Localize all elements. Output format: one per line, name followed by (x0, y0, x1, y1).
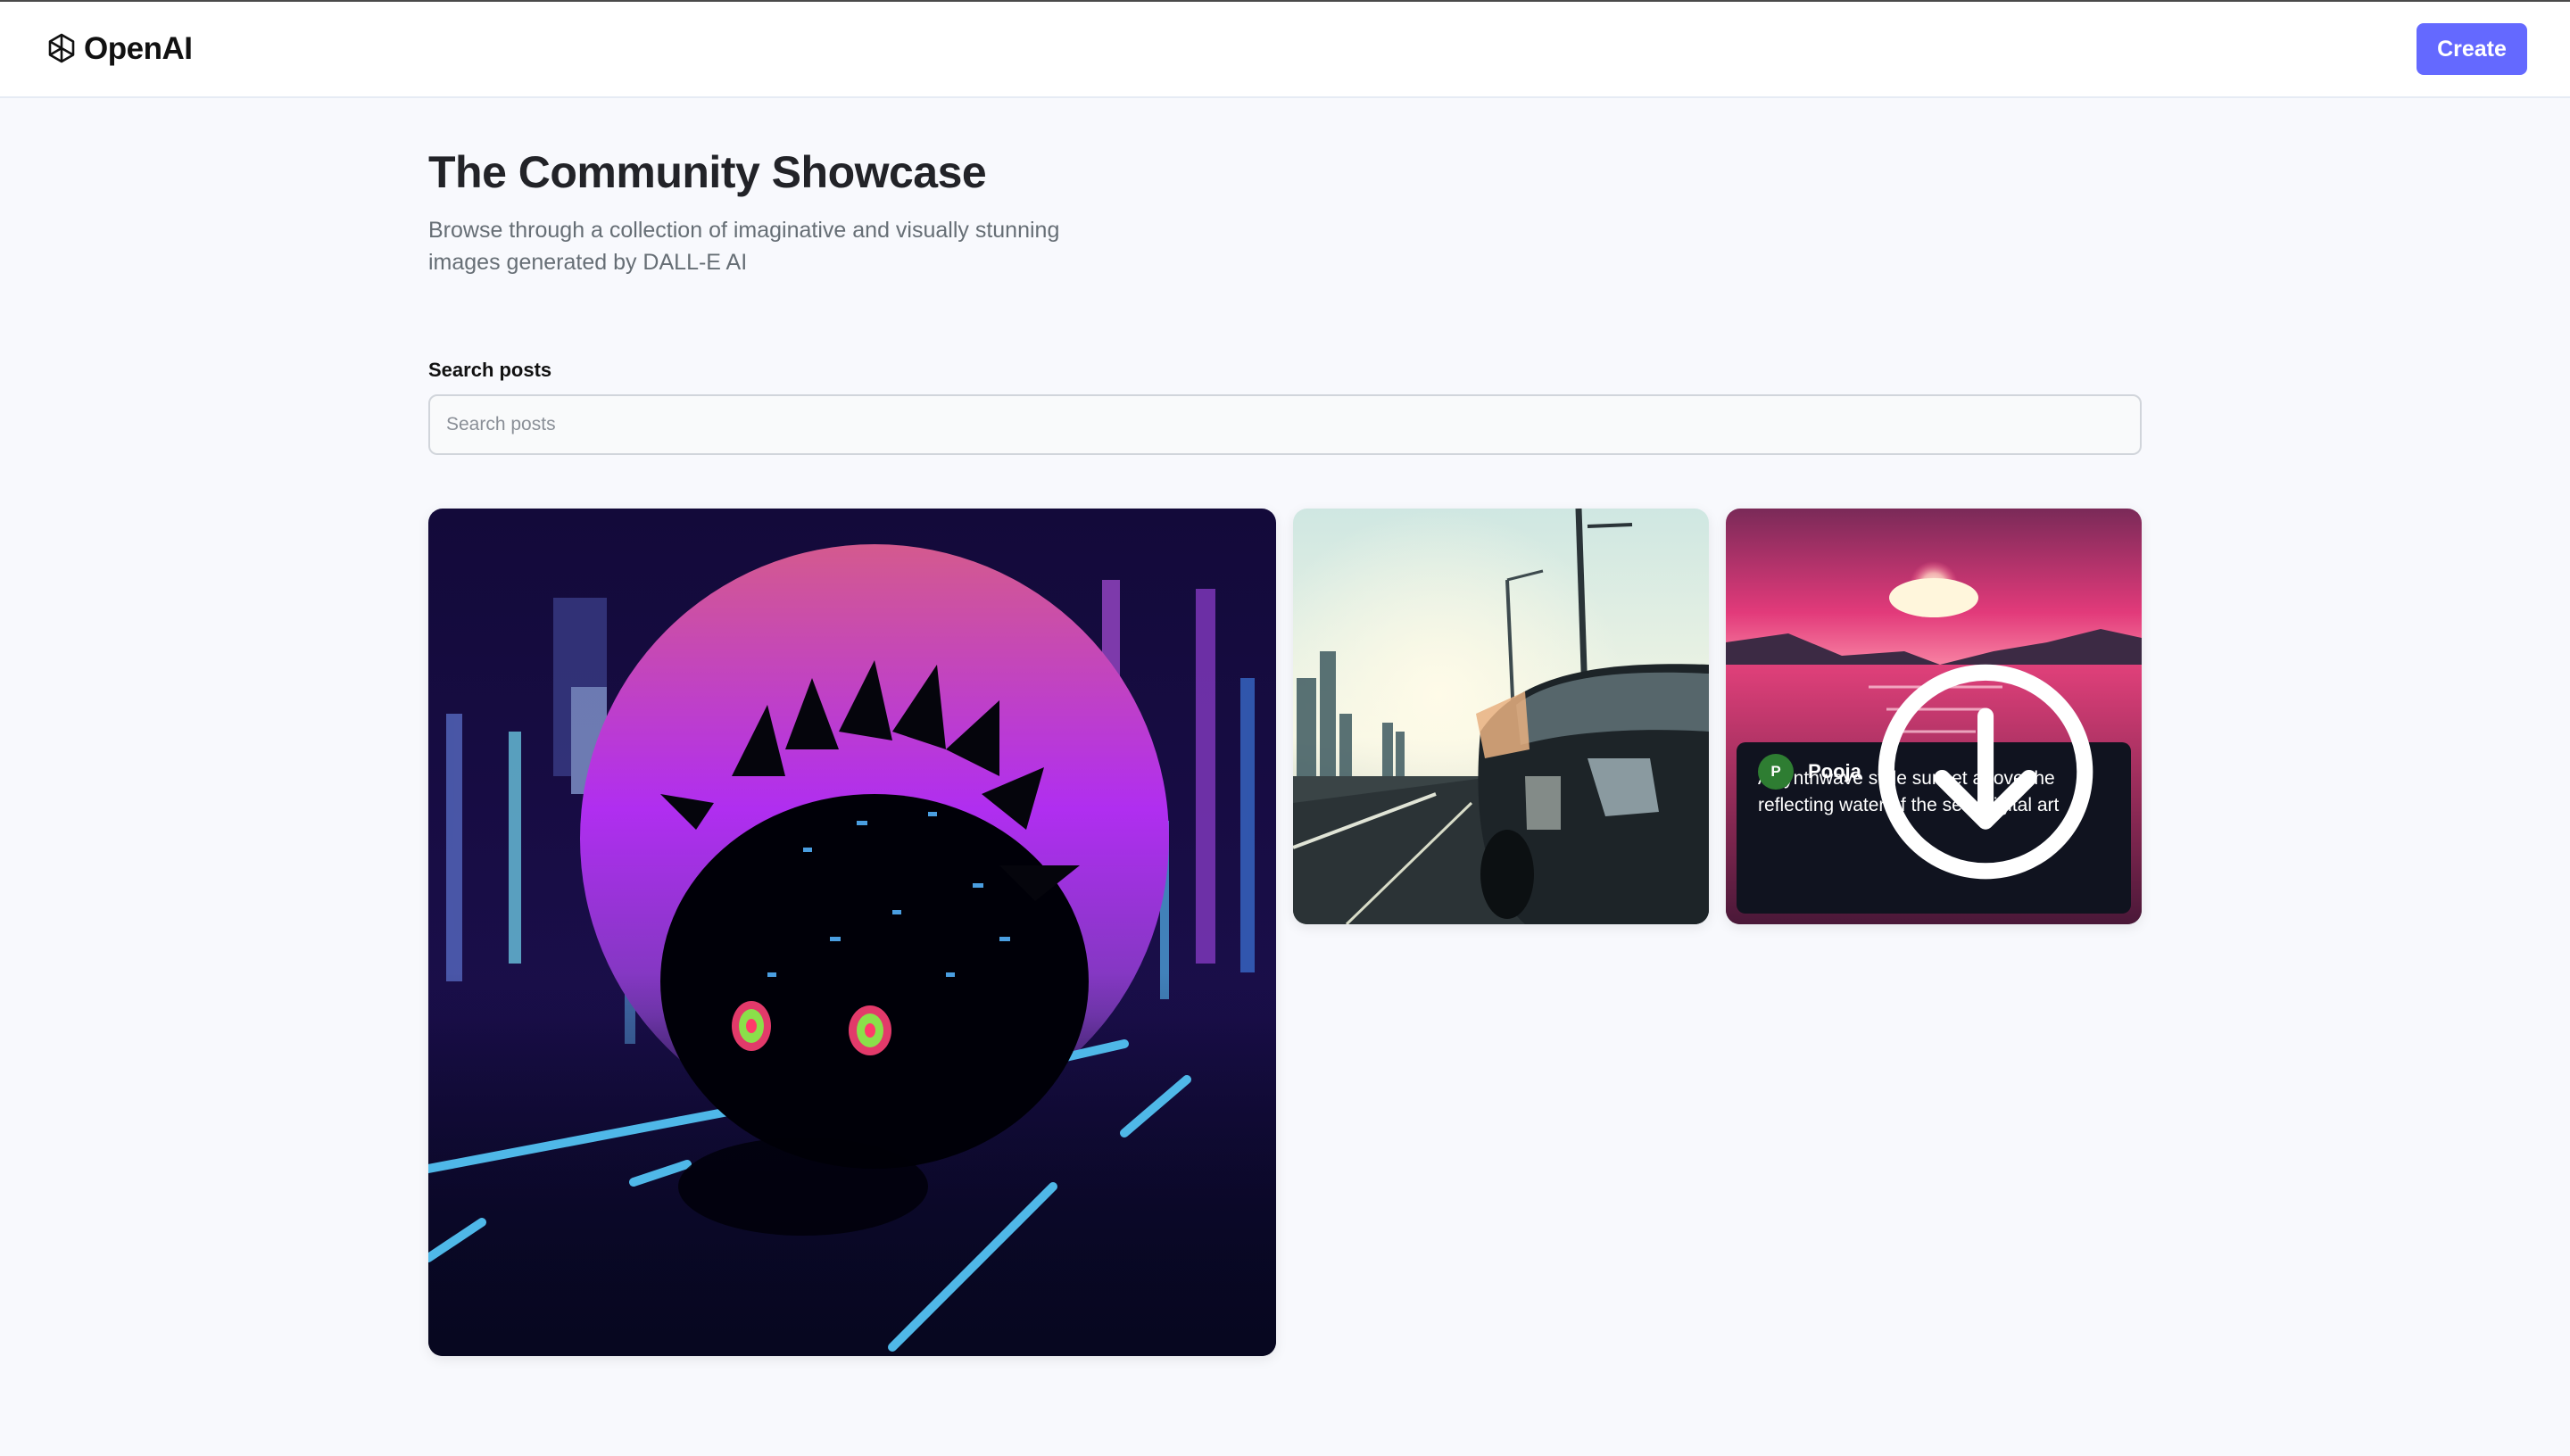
page-subtitle: Browse through a collection of imaginati… (428, 218, 1060, 275)
openai-logo-icon (48, 33, 75, 63)
avatar: P (1758, 753, 1794, 790)
openai-logo[interactable]: OpenAI (43, 30, 193, 68)
post-author: P Pooja (1758, 753, 1861, 790)
search-label: Search posts (428, 359, 552, 381)
post-image-hedgehog (428, 509, 1276, 1356)
download-icon[interactable] (1861, 648, 2110, 896)
page-title: The Community Showcase (428, 147, 987, 197)
search-input[interactable] (428, 394, 2142, 455)
post-footer: P Pooja (1758, 648, 2110, 896)
author-name: Pooja (1808, 759, 1861, 782)
post-image-car (1293, 509, 1709, 924)
logo-text: OpenAI (84, 31, 193, 66)
top-navbar: OpenAI Create (0, 2, 2570, 98)
post-card[interactable] (1293, 509, 1709, 924)
posts-gallery: A synthwave style sunset above the refle… (428, 509, 2142, 1365)
post-hover-overlay: A synthwave style sunset above the refle… (1737, 664, 2131, 914)
main-content: The Community Showcase Browse through a … (428, 98, 2142, 1365)
post-card[interactable]: A synthwave style sunset above the refle… (1726, 509, 2142, 924)
post-card[interactable] (428, 509, 1276, 1356)
create-button[interactable]: Create (2417, 23, 2527, 75)
